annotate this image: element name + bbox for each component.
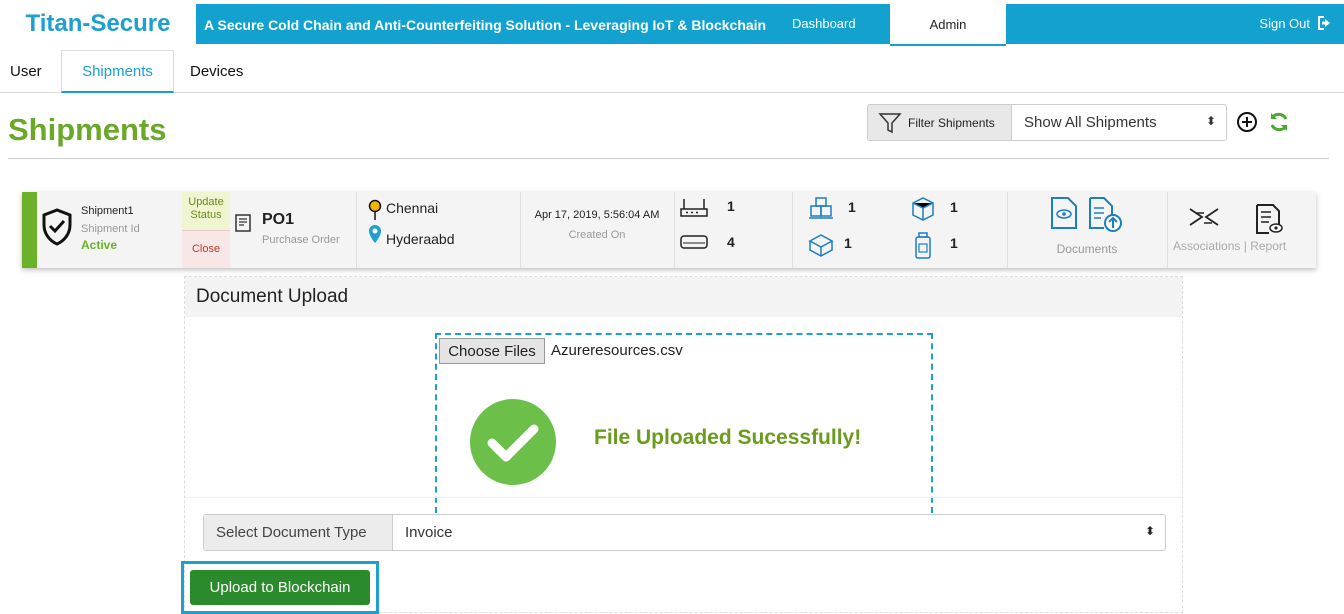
document-upload-panel: Document Upload Choose Files Azureresour… [181,276,1183,614]
tab-devices[interactable]: Devices [190,50,243,93]
nav-admin[interactable]: Admin [890,4,1006,46]
top-navbar: Titan-Secure A Secure Cold Chain and Ant… [0,0,1344,46]
close-shipment-button[interactable]: Close [182,230,230,268]
sign-out-icon [1318,16,1330,30]
divider [792,192,793,268]
upload-success-message: File Uploaded Sucessfully! [594,426,862,449]
shipment-status: Active [81,238,118,252]
created-date: Apr 17, 2019, 5:56:04 AM [534,209,660,221]
divider [1007,192,1008,268]
refresh-icon[interactable] [1268,111,1290,133]
po-label: Purchase Order [262,234,340,246]
selected-filename: Azureresources.csv [551,342,683,359]
product-count: 1 [950,235,958,251]
select-arrows-icon: ⬍ [1205,114,1216,128]
report-label[interactable]: Report [1250,239,1286,253]
document-type-label: Select Document Type [204,515,393,550]
associations-icon[interactable] [1186,205,1222,231]
sign-out-button[interactable]: Sign Out [1259,15,1334,31]
status-stripe [22,192,37,268]
report-view-icon[interactable] [1255,203,1283,235]
sensor-device-icon [680,235,708,249]
document-view-icon[interactable] [1050,196,1078,230]
shipment-filter-select[interactable]: Show All Shipments ⬍ [1011,104,1227,141]
pallet-boxes-icon [809,197,833,219]
upload-to-blockchain-button[interactable]: Upload to Blockchain [190,570,370,605]
shipment-card[interactable]: Shipment1 Shipment Id Active Update Stat… [22,192,1316,268]
divider [185,497,1182,498]
funnel-icon [878,112,902,133]
tab-user[interactable]: User [10,50,42,93]
package-box-icon [912,197,934,221]
shipment-name: Shipment1 [81,205,134,217]
origin-city: Chennai [386,200,439,216]
page-title: Shipments [8,112,167,147]
filter-shipments-label: Filter Shipments [908,115,995,130]
document-type-selected: Invoice [405,524,453,541]
documents-label: Documents [1056,242,1118,256]
tab-shipments[interactable]: Shipments [61,50,174,93]
update-status-button[interactable]: Update Status [182,192,230,230]
divider [8,158,1329,159]
divider [674,192,675,268]
success-check-icon [470,399,556,485]
shipment-id-label: Shipment Id [81,223,140,235]
package-count: 1 [950,199,958,215]
divider [1167,192,1168,268]
nav-dashboard[interactable]: Dashboard [792,16,856,31]
tab-bar: User Shipments Devices [0,50,1344,93]
container-icon [808,234,834,257]
file-drop-zone[interactable]: Choose Files Azureresources.csv File Upl… [435,333,933,513]
tagline: A Secure Cold Chain and Anti-Counterfeit… [204,17,767,33]
sensor-count: 4 [727,234,735,250]
associations-report-labels: Associations | Report [1173,239,1286,253]
brand-logo[interactable]: Titan-Secure [0,4,196,44]
shield-check-icon [42,208,72,246]
product-bottle-icon [915,232,931,259]
select-arrows-icon: ⬍ [1144,524,1155,538]
sign-out-label: Sign Out [1259,15,1310,31]
label-separator: | [1243,239,1247,253]
upload-button-focus-ring: Upload to Blockchain [181,561,379,614]
gateway-router-icon [680,199,708,217]
shipment-filter-value: Show All Shipments [1024,114,1157,131]
header-bar: A Secure Cold Chain and Anti-Counterfeit… [196,4,1344,46]
gateway-count: 1 [727,198,735,214]
document-type-select[interactable]: Select Document Type Invoice ⬍ [203,514,1166,551]
add-circle-icon[interactable] [1236,111,1258,133]
receipt-icon [235,214,251,232]
choose-files-button[interactable]: Choose Files [439,338,545,364]
pallet-count: 1 [848,199,856,215]
document-type-value[interactable]: Invoice ⬍ [393,515,1165,550]
container-count: 1 [844,235,852,251]
destination-city: Hyderaabd [386,231,455,247]
created-label: Created On [568,229,626,241]
associations-label[interactable]: Associations [1173,239,1240,253]
destination-pin-icon [369,225,381,243]
document-upload-icon[interactable] [1088,196,1124,234]
divider [356,192,357,268]
filter-shipments-button[interactable]: Filter Shipments [867,104,1012,141]
po-number: PO1 [262,211,295,228]
document-upload-title: Document Upload [185,277,1182,317]
origin-pin-icon [368,199,382,220]
